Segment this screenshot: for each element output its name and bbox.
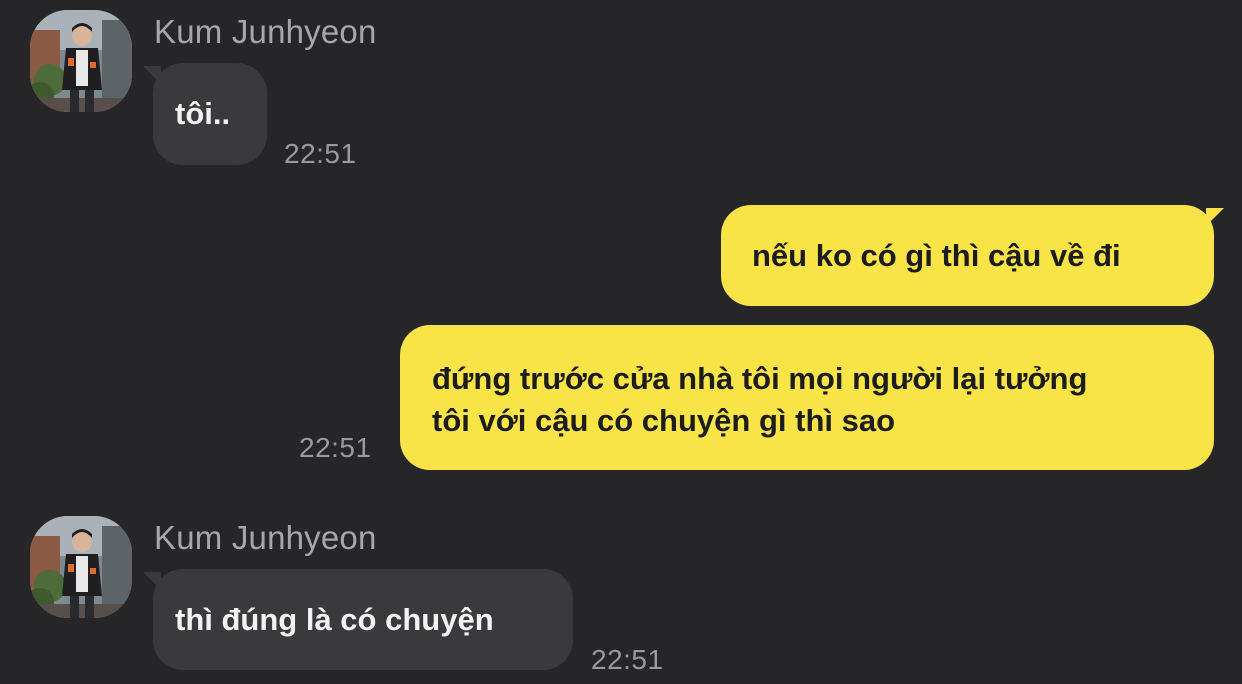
message-text: thì đúng là có chuyện (175, 602, 494, 637)
incoming-message-bubble[interactable]: tôi.. (153, 63, 267, 165)
message-timestamp: 22:51 (299, 432, 372, 463)
outgoing-message-bubble[interactable]: đứng trước cửa nhà tôi mọi người lại tưở… (400, 325, 1214, 470)
message-text: tôi.. (175, 96, 231, 131)
message-text: nếu ko có gì thì cậu về đi (752, 238, 1121, 273)
profile-photo-icon (30, 516, 132, 618)
message-text-line: tôi với cậu có chuyện gì thì sao (432, 403, 896, 438)
message-timestamp: 22:51 (284, 138, 357, 169)
sender-name: Kum Junhyeon (154, 519, 377, 556)
incoming-message-bubble[interactable]: thì đúng là có chuyện (153, 569, 573, 670)
message-text-line: đứng trước cửa nhà tôi mọi người lại tưở… (432, 361, 1088, 396)
outgoing-message-bubble[interactable]: nếu ko có gì thì cậu về đi (721, 205, 1214, 306)
profile-photo-icon (30, 10, 132, 112)
sender-name: Kum Junhyeon (154, 13, 377, 50)
sender-avatar[interactable] (30, 10, 132, 112)
sender-avatar[interactable] (30, 516, 132, 618)
message-timestamp: 22:51 (591, 644, 664, 675)
bubble-tail (1206, 208, 1224, 226)
